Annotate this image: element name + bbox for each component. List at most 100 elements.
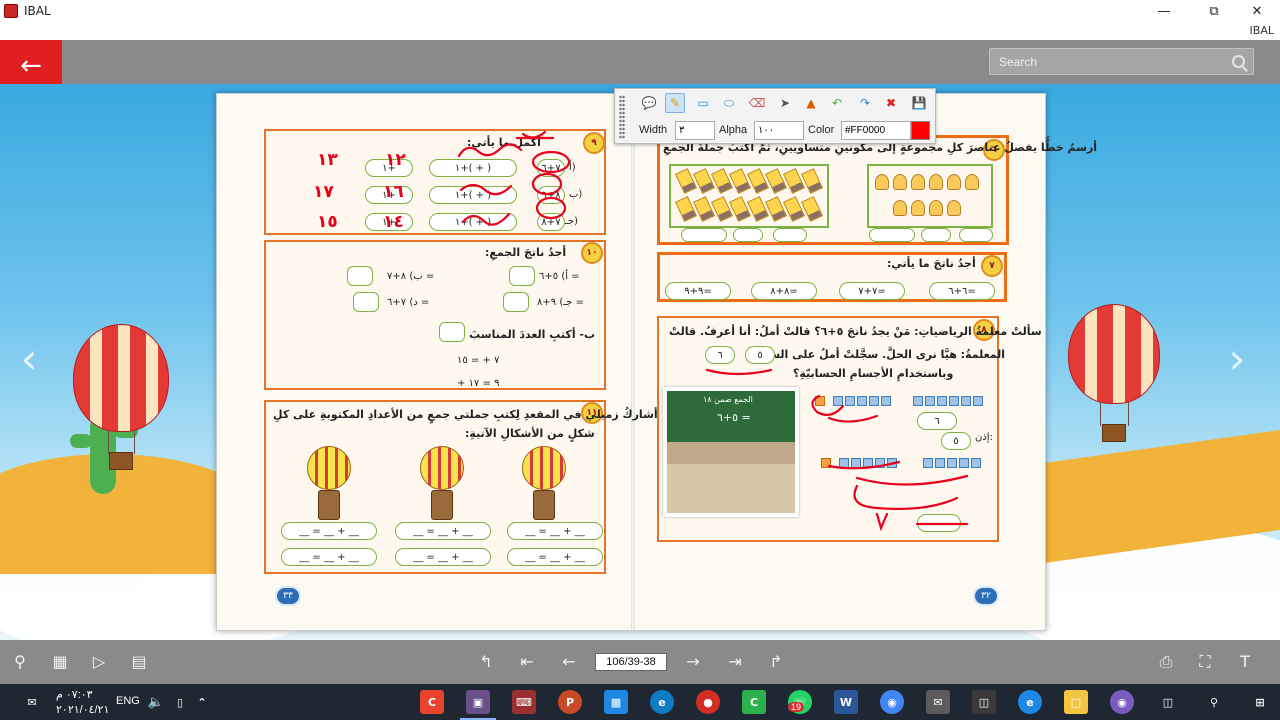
answer-pill[interactable]: ١+( + )	[429, 213, 517, 231]
exercise-8-label: إذن:	[975, 432, 993, 443]
last-page-icon[interactable]: ⇥	[724, 652, 746, 672]
chrome-icon[interactable]: ◉	[880, 690, 904, 714]
redo-icon[interactable]: ↷	[855, 93, 875, 113]
answer-pill[interactable]: ٩+٩=	[665, 282, 731, 300]
answer-pill[interactable]	[917, 514, 961, 532]
zoom-in-icon[interactable]: ⚲	[9, 652, 31, 672]
thumbnails-grid-icon[interactable]: ▦	[49, 652, 71, 672]
alpha-input[interactable]	[754, 121, 804, 140]
screen-recorder-icon[interactable]: ⌨	[512, 690, 536, 714]
language-indicator[interactable]: ENG	[116, 695, 140, 707]
answer-pill[interactable]: __ = __ + __	[281, 522, 377, 540]
search-taskbar-icon[interactable]: ⚲	[1202, 690, 1226, 714]
minimize-button[interactable]: —	[1141, 0, 1187, 22]
camtasia-icon[interactable]: C	[742, 690, 766, 714]
child-image	[875, 174, 889, 190]
answer-box[interactable]	[347, 266, 373, 286]
answer-box[interactable]	[503, 292, 529, 312]
answer-pill[interactable]: ٦	[917, 412, 957, 430]
answer-pill[interactable]: __ = __ + __	[507, 548, 603, 566]
answer-pill[interactable]: ١+( + )	[429, 159, 517, 177]
ellipse-tool-icon[interactable]: ⬭	[719, 93, 739, 113]
answer-pill[interactable]	[921, 228, 951, 242]
close-button[interactable]: ✕	[1234, 0, 1280, 22]
drag-handle-icon[interactable]	[619, 95, 625, 139]
task-view-icon[interactable]: ◫	[1156, 690, 1180, 714]
redo-page-icon[interactable]: ↱	[765, 652, 787, 672]
teams-meeting-icon[interactable]: ▩	[604, 690, 628, 714]
powerpoint-icon[interactable]: P	[558, 690, 582, 714]
text-tool-icon[interactable]: T	[1234, 652, 1256, 672]
undo-page-icon[interactable]: ↰	[475, 652, 497, 672]
ibal-reader-taskbar-icon[interactable]: ▣	[466, 690, 490, 714]
select-tool-icon[interactable]: ➤	[775, 93, 795, 113]
eraser-tool-icon[interactable]: ⌫	[747, 93, 767, 113]
answer-pill[interactable]: __ = __ + __	[281, 548, 377, 566]
edge-browser-icon[interactable]: e	[650, 690, 674, 714]
color-swatch[interactable]	[911, 121, 930, 140]
answer-box[interactable]	[439, 322, 465, 342]
answer-pill[interactable]: ١+( + )	[429, 186, 517, 204]
answer-pill[interactable]	[733, 228, 763, 242]
answer-box[interactable]	[353, 292, 379, 312]
answer-pill[interactable]: __ = __ + __	[395, 522, 491, 540]
media-icon[interactable]: ▷	[88, 652, 110, 672]
save-icon[interactable]: 💾	[909, 93, 929, 113]
search-icon[interactable]	[1232, 55, 1245, 68]
store-icon[interactable]: ◫	[972, 690, 996, 714]
restore-button[interactable]: ⧉	[1191, 0, 1237, 22]
notifications-icon[interactable]: ✉	[20, 690, 44, 714]
file-explorer-icon[interactable]: □	[1064, 690, 1088, 714]
answer-pill[interactable]	[681, 228, 727, 242]
fullscreen-icon[interactable]: ⛶	[1194, 652, 1216, 672]
answer-pill[interactable]: ٧+٨	[537, 213, 565, 231]
windows-start-icon[interactable]: ⊞	[1248, 690, 1272, 714]
comment-tool-icon[interactable]: 💬	[639, 93, 659, 113]
search-input[interactable]	[990, 49, 1220, 74]
page-indicator-input[interactable]	[595, 653, 667, 671]
answer-pill[interactable]: __ = __ + __	[395, 548, 491, 566]
app-icon-taskbar[interactable]: C	[420, 690, 444, 714]
answer-box[interactable]	[509, 266, 535, 286]
answer-pill[interactable]	[959, 228, 993, 242]
battery-icon[interactable]: ▯	[168, 690, 192, 714]
exercise-11-prompt: أشاركُ زميلي في المقعدِ لِكتبِ جملتي جمع…	[273, 408, 658, 421]
previous-page-icon[interactable]: ←	[558, 652, 580, 672]
answer-pill[interactable]: ٦+٦=	[929, 282, 995, 300]
child-image	[947, 200, 961, 216]
answer-pill[interactable]	[773, 228, 807, 242]
word-icon[interactable]: W	[834, 690, 858, 714]
previous-page-arrow-icon[interactable]: ‹	[14, 334, 44, 384]
width-input[interactable]	[675, 121, 715, 140]
mail-icon[interactable]: ✉	[926, 690, 950, 714]
internet-explorer-icon[interactable]: e	[1018, 690, 1042, 714]
answer-pill[interactable]: ٦	[705, 346, 735, 364]
answer-pill[interactable]: ٥	[941, 432, 971, 450]
color-input[interactable]	[841, 121, 911, 140]
answer-pill[interactable]: ٨+٨=	[751, 282, 817, 300]
paint-icon[interactable]: ◉	[1110, 690, 1134, 714]
answer-pill[interactable]: ٧+٦	[537, 159, 565, 177]
rectangle-tool-icon[interactable]: ▭	[693, 93, 713, 113]
print-icon[interactable]: ⎙	[1155, 652, 1177, 672]
pen-tool-icon[interactable]: ✎	[665, 93, 685, 113]
notes-icon[interactable]: ▤	[128, 652, 150, 672]
stamp-tool-icon[interactable]: ▲	[801, 93, 821, 113]
answer-pill[interactable]: ٧+٧=	[839, 282, 905, 300]
answer-pill[interactable]: __ = __ + __	[507, 522, 603, 540]
delete-icon[interactable]: ✖	[881, 93, 901, 113]
undo-icon[interactable]: ↶	[827, 93, 847, 113]
answer-pill[interactable]: ٥	[745, 346, 775, 364]
media-player-icon[interactable]: ●	[696, 690, 720, 714]
next-page-icon[interactable]: →	[682, 652, 704, 672]
handwritten-answer: ١٤	[383, 212, 404, 232]
first-page-icon[interactable]: ⇤	[516, 652, 538, 672]
show-hidden-icons-icon[interactable]: ⌃	[190, 690, 214, 714]
answer-pill[interactable]	[869, 228, 915, 242]
answer-pill[interactable]: ٨+٩	[537, 186, 565, 204]
search-box[interactable]	[989, 48, 1254, 75]
balloon-rope	[134, 430, 135, 454]
volume-icon[interactable]: 🔈	[144, 690, 168, 714]
next-page-arrow-icon[interactable]: ›	[1222, 334, 1252, 384]
exercise-9-letter: أ)	[569, 162, 576, 173]
